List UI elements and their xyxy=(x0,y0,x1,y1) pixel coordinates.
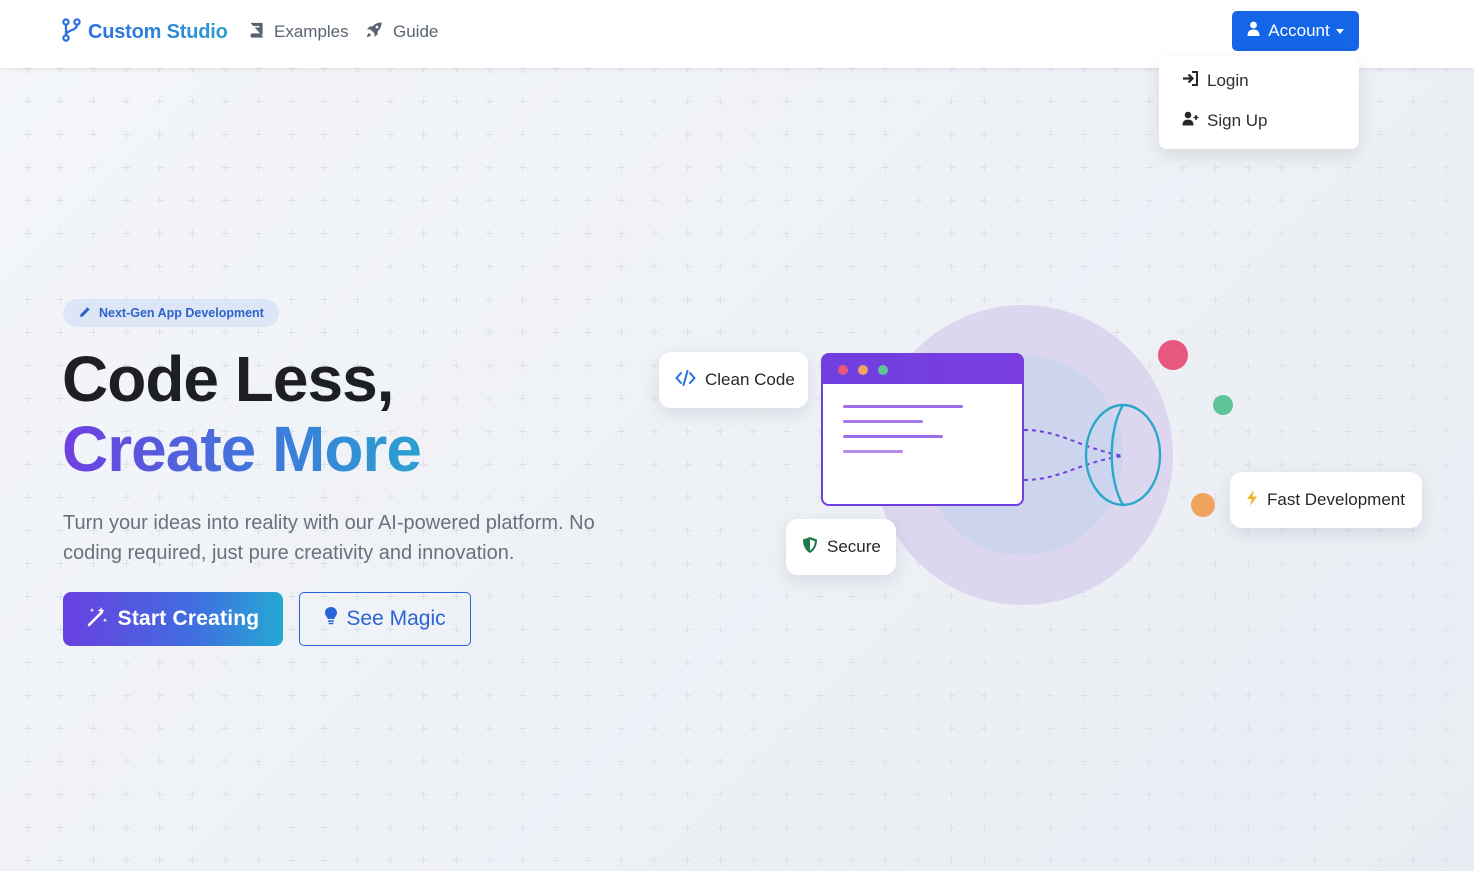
hero-illustration: Clean Code Secure Fast Development xyxy=(640,290,1460,620)
user-plus-icon xyxy=(1182,111,1199,131)
menu-login-label: Login xyxy=(1207,71,1249,90)
see-magic-label: See Magic xyxy=(346,607,446,630)
dot-pink xyxy=(1158,340,1188,370)
lightning-icon xyxy=(1246,489,1258,512)
nav-guide[interactable]: Guide xyxy=(365,20,438,44)
magic-wand-icon xyxy=(87,605,109,633)
lightbulb-icon xyxy=(324,606,338,632)
feature-card-secure: Secure xyxy=(786,519,896,575)
illustration-graphic xyxy=(821,305,1233,605)
nav-examples-label: Examples xyxy=(274,22,349,41)
account-dropdown-button[interactable]: Account xyxy=(1232,11,1359,51)
nav-examples[interactable]: Examples xyxy=(249,20,349,44)
nav-guide-label: Guide xyxy=(393,22,439,41)
feature-card-clean-code: Clean Code xyxy=(659,352,808,408)
account-dropdown-menu: Login Sign Up xyxy=(1159,56,1359,149)
menu-item-signup[interactable]: Sign Up xyxy=(1182,109,1267,133)
account-label: Account xyxy=(1268,21,1330,40)
book-icon xyxy=(249,22,264,43)
code-icon xyxy=(675,369,696,391)
pencil-icon xyxy=(79,306,91,321)
hero-title-line1: Code Less, xyxy=(62,343,394,415)
shield-icon xyxy=(802,536,818,559)
hero-badge-label: Next-Gen App Development xyxy=(99,306,264,320)
brand-link[interactable]: Custom Studio xyxy=(62,17,228,47)
login-icon xyxy=(1182,71,1199,91)
dot-green xyxy=(1213,395,1233,415)
browser-window-icon xyxy=(821,353,1024,506)
start-creating-button[interactable]: Start Creating xyxy=(63,592,283,646)
branch-icon xyxy=(62,17,82,47)
brand-name: Custom Studio xyxy=(88,20,228,43)
hero-badge: Next-Gen App Development xyxy=(63,299,279,327)
dot-orange xyxy=(1191,493,1215,517)
see-magic-button[interactable]: See Magic xyxy=(299,592,471,646)
chevron-down-icon xyxy=(1335,28,1344,34)
start-creating-label: Start Creating xyxy=(117,607,260,630)
fast-development-label: Fast Development xyxy=(1267,490,1405,509)
clean-code-label: Clean Code xyxy=(705,370,795,389)
feature-card-fast-development: Fast Development xyxy=(1230,472,1422,528)
menu-signup-label: Sign Up xyxy=(1207,111,1268,130)
hero-subtitle: Turn your ideas into reality with our AI… xyxy=(63,512,595,564)
secure-label: Secure xyxy=(827,537,881,556)
menu-item-login[interactable]: Login xyxy=(1182,69,1249,93)
rocket-icon xyxy=(365,21,383,44)
user-icon xyxy=(1247,21,1260,41)
hero-title-line2: Create More xyxy=(62,413,422,485)
